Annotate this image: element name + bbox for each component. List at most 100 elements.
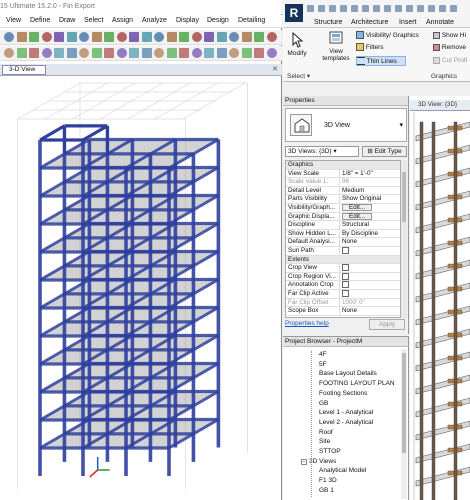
property-value[interactable]: None (339, 238, 400, 247)
checkbox[interactable] (342, 289, 349, 297)
toolbar-tool-icon[interactable] (16, 48, 27, 58)
filters-button[interactable]: Filters (356, 43, 384, 53)
toolbar-tool-icon[interactable] (141, 48, 152, 58)
browser-item[interactable]: F1 3D (319, 477, 337, 484)
chevron-down-icon[interactable]: ▾ (399, 121, 403, 129)
toolbar-tool-icon[interactable] (91, 32, 102, 42)
browser-item[interactable]: Level 1 - Analytical (319, 409, 373, 416)
toolbar-tool-icon[interactable] (79, 32, 89, 42)
menu-detailing[interactable]: Detailing (238, 17, 265, 24)
etabs-3d-model-view[interactable] (0, 76, 282, 500)
toolbar-tool-icon[interactable] (154, 48, 164, 58)
browser-item[interactable]: Level 2 - Analytical (319, 419, 373, 426)
property-value[interactable] (339, 272, 400, 281)
toolbar-tool-icon[interactable] (104, 32, 114, 42)
select-panel-label[interactable]: Select ▾ (287, 72, 310, 81)
type-selector[interactable]: 3D View ▾ (285, 108, 407, 142)
toolbar-tool-icon[interactable] (229, 32, 239, 42)
toolbar-tool-icon[interactable] (41, 32, 52, 42)
browser-item[interactable]: Base Layout Details (319, 370, 377, 377)
toolbar-tool-icon[interactable] (54, 48, 64, 58)
close-icon[interactable]: ✕ (272, 65, 278, 73)
quick-access-icon[interactable] (439, 5, 446, 12)
toolbar-tool-icon[interactable] (241, 48, 252, 58)
remove-button[interactable]: Remove (433, 43, 466, 53)
modify-button[interactable]: Modify (285, 31, 309, 57)
revit-view-tab[interactable]: 3D View: {3D} (410, 100, 470, 111)
toolbar-tool-icon[interactable] (241, 32, 252, 42)
toolbar-tool-icon[interactable] (216, 48, 227, 58)
quick-access-icon[interactable] (373, 5, 380, 12)
quick-access-icon[interactable] (351, 5, 358, 12)
menu-select[interactable]: Select (84, 17, 103, 24)
toolbar-tool-icon[interactable] (266, 32, 277, 42)
toolbar-tool-icon[interactable] (204, 32, 214, 42)
menu-define[interactable]: Define (30, 17, 50, 24)
toolbar-tool-icon[interactable] (154, 32, 164, 42)
property-value[interactable]: Medium (339, 186, 400, 195)
property-value[interactable]: Edit... (339, 212, 400, 221)
toolbar-tool-icon[interactable] (29, 32, 39, 42)
toolbar-tool-icon[interactable] (166, 48, 177, 58)
tab-architecture[interactable]: Architecture (351, 19, 388, 26)
checkbox[interactable] (342, 272, 349, 280)
toolbar-tool-icon[interactable] (166, 32, 177, 42)
revit-logo-icon[interactable]: R (285, 4, 303, 22)
toolbar-tool-icon[interactable] (79, 48, 89, 58)
properties-scrollbar[interactable] (401, 160, 407, 318)
browser-item[interactable]: −3D Views (301, 458, 336, 465)
property-group-header[interactable]: Graphics (286, 161, 400, 170)
toolbar-tool-icon[interactable] (91, 48, 102, 58)
quick-access-icon[interactable] (406, 5, 413, 12)
property-value[interactable]: By Discipline (339, 229, 400, 238)
checkbox[interactable] (342, 246, 349, 254)
property-value[interactable]: Show Original (339, 195, 400, 204)
edit-button[interactable]: Edit... (342, 212, 373, 220)
visibility-graphics-button[interactable]: Visibility/ Graphics (356, 31, 419, 41)
browser-item[interactable]: STTOP (319, 448, 341, 455)
quick-access-icon[interactable] (384, 5, 391, 12)
menu-display[interactable]: Display (176, 17, 199, 24)
quick-access-icon[interactable] (395, 5, 402, 12)
toolbar-tool-icon[interactable] (104, 48, 114, 58)
checkbox[interactable] (342, 281, 349, 289)
toolbar-tool-icon[interactable] (66, 32, 77, 42)
toolbar-tool-icon[interactable] (204, 48, 214, 58)
quick-access-icon[interactable] (417, 5, 424, 12)
tab-insert[interactable]: Insert (399, 19, 417, 26)
property-value[interactable]: Structural (339, 221, 400, 230)
toolbar-tool-icon[interactable] (16, 32, 27, 42)
toolbar-tool-icon[interactable] (41, 48, 52, 58)
toolbar-tool-icon[interactable] (66, 48, 77, 58)
quick-access-icon[interactable] (450, 5, 457, 12)
checkbox[interactable] (342, 264, 349, 272)
toolbar-tool-icon[interactable] (129, 48, 139, 58)
edit-button[interactable]: Edit... (342, 203, 373, 211)
menu-design[interactable]: Design (207, 17, 229, 24)
edit-type-button[interactable]: ⊞ Edit Type (362, 146, 407, 157)
browser-item[interactable]: FOOTING LAYOUT PLAN (319, 380, 395, 387)
browser-item[interactable]: GB (319, 400, 328, 407)
toolbar-tool-icon[interactable] (4, 48, 14, 58)
quick-access-icon[interactable] (329, 5, 336, 12)
toolbar-tool-icon[interactable] (129, 32, 139, 42)
toolbar-tool-icon[interactable] (179, 48, 189, 58)
property-value[interactable] (339, 246, 400, 256)
cut-profile-button[interactable]: Cut Profi (433, 56, 467, 66)
property-value[interactable]: 1/8" = 1'-0" (339, 169, 400, 178)
toolbar-tool-icon[interactable] (4, 32, 14, 42)
property-value[interactable] (339, 289, 400, 299)
toolbar-tool-icon[interactable] (266, 48, 277, 58)
quick-access-icon[interactable] (318, 5, 325, 12)
property-value[interactable] (339, 281, 400, 290)
toolbar-tool-icon[interactable] (216, 32, 227, 42)
properties-help-link[interactable]: Properties help (285, 320, 329, 327)
toolbar-tool-icon[interactable] (191, 32, 202, 42)
toolbar-tool-icon[interactable] (254, 48, 264, 58)
toolbar-tool-icon[interactable] (191, 48, 202, 58)
revit-3d-model-canvas[interactable] (410, 112, 470, 500)
browser-item[interactable]: Site (319, 438, 330, 445)
menu-view[interactable]: View (6, 17, 21, 24)
tab-annotate[interactable]: Annotate (426, 19, 454, 26)
browser-item[interactable]: Analytical Model (319, 467, 366, 474)
